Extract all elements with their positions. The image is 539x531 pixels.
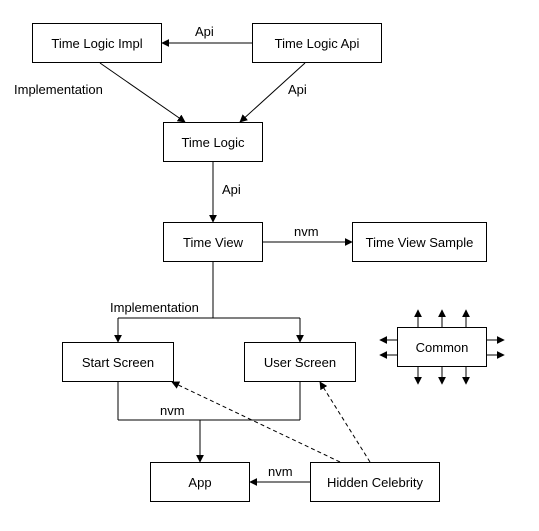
node-start-screen: Start Screen [62, 342, 174, 382]
label-nvm-bottom: nvm [268, 464, 293, 479]
node-time-logic: Time Logic [163, 122, 263, 162]
label-implementation-mid: Implementation [110, 300, 199, 315]
diagram-canvas: Time Logic Impl Time Logic Api Time Logi… [0, 0, 539, 531]
edge-impl-left [100, 63, 185, 122]
node-user-screen: User Screen [244, 342, 356, 382]
label-nvm-lower: nvm [160, 403, 185, 418]
label-api-mid: Api [222, 182, 241, 197]
edges-layer [0, 0, 539, 531]
node-app: App [150, 462, 250, 502]
edge-hidden-to-start [172, 382, 340, 462]
edge-hidden-to-user [320, 382, 370, 462]
node-hidden-celebrity: Hidden Celebrity [310, 462, 440, 502]
node-time-logic-impl: Time Logic Impl [32, 23, 162, 63]
node-common: Common [397, 327, 487, 367]
node-time-logic-api: Time Logic Api [252, 23, 382, 63]
label-api-right: Api [288, 82, 307, 97]
node-time-view: Time View [163, 222, 263, 262]
label-api-top: Api [195, 24, 214, 39]
label-nvm-right: nvm [294, 224, 319, 239]
node-time-view-sample: Time View Sample [352, 222, 487, 262]
label-implementation-left: Implementation [14, 82, 103, 97]
